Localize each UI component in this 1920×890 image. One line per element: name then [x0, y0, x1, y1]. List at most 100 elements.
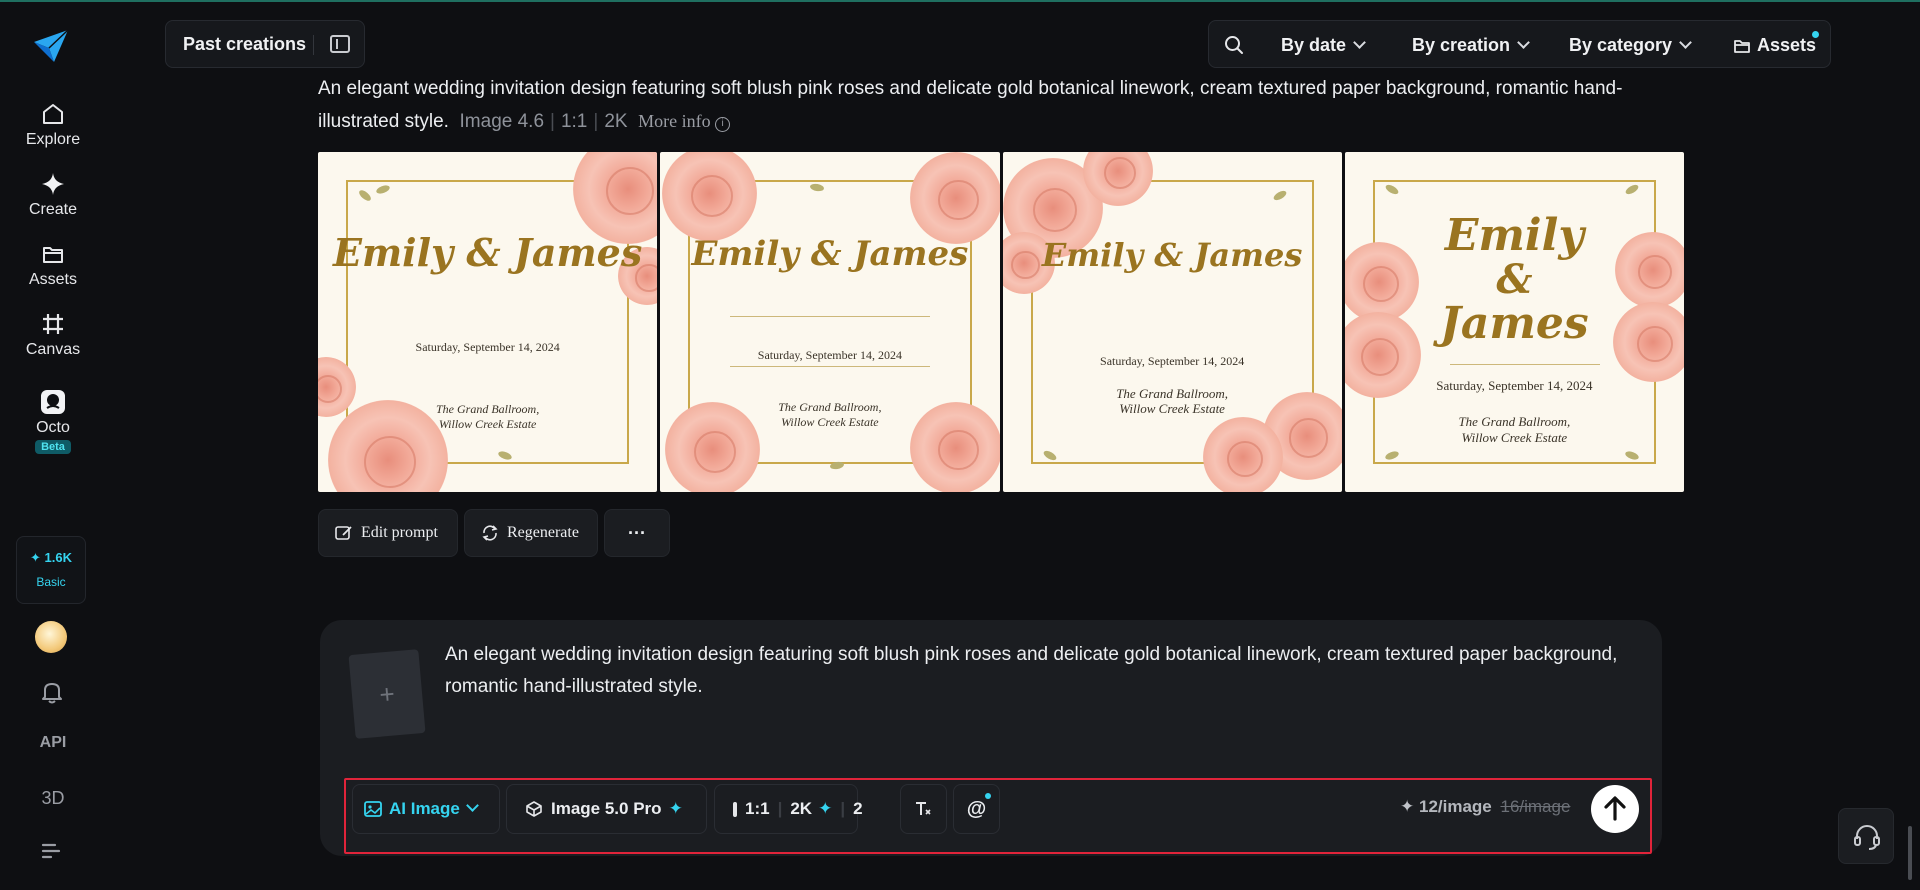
sparkle-icon	[42, 173, 64, 195]
octo-icon	[41, 390, 65, 414]
resolution: 2K	[604, 111, 628, 132]
venue-line-2: Willow Creek Estate	[781, 415, 879, 429]
credits-tier: Basic	[36, 575, 66, 589]
logo-icon[interactable]	[32, 28, 70, 64]
regenerate-button[interactable]: Regenerate	[464, 509, 598, 557]
sidebar-toggle-icon[interactable]	[330, 35, 350, 53]
mode-selector[interactable]: AI Image	[352, 784, 500, 834]
divider-rule	[730, 366, 931, 367]
image-card[interactable]: Emily & James Saturday, September 14, 20…	[1344, 152, 1684, 492]
venue-line-1: The Grand Ballroom,	[1458, 414, 1571, 429]
couple-names: Emily & James	[332, 230, 643, 275]
more-options-button[interactable]: ···	[604, 509, 670, 557]
sparkle-icon: ✦	[818, 799, 833, 818]
more-info-label: More info	[638, 111, 711, 131]
aspect-ratio: 1:1	[560, 111, 588, 132]
notification-dot	[985, 793, 991, 799]
couple-name-ampersand: &	[1496, 256, 1533, 303]
edit-icon	[335, 526, 352, 540]
couple-names: Emily & James	[1041, 236, 1303, 274]
chevron-down-icon	[1353, 36, 1366, 49]
regenerate-label: Regenerate	[507, 524, 579, 541]
scrollbar[interactable]	[1908, 826, 1912, 880]
resolution-label: 2K	[790, 799, 813, 818]
edit-prompt-button[interactable]: Edit prompt	[318, 509, 458, 557]
rose	[910, 152, 1000, 244]
generation-prompt: An elegant wedding invitation design fea…	[318, 72, 1688, 138]
avatar[interactable]	[35, 621, 67, 653]
wedding-date: Saturday, September 14, 2024	[415, 340, 560, 354]
wedding-date: Saturday, September 14, 2024	[1100, 354, 1245, 368]
cube-icon	[526, 801, 542, 817]
nav-explore[interactable]: Explore	[0, 100, 106, 149]
filter-bar: By date By creation By category Assets	[1208, 20, 1831, 68]
separator: |	[840, 799, 846, 818]
model-selector[interactable]: Image 5.0 Pro ✦	[506, 784, 707, 834]
current-price: 12/image	[1418, 797, 1492, 816]
home-icon	[43, 104, 63, 124]
chevron-down-icon	[1679, 36, 1692, 49]
past-creations-button[interactable]: Past creations	[165, 20, 365, 68]
image-grid: Emily & James Saturday, September 14, 20…	[318, 152, 1684, 492]
bell-icon[interactable]	[40, 679, 64, 705]
filter-by-creation-label: By creation	[1412, 35, 1511, 55]
image-icon	[364, 801, 382, 817]
nav-canvas[interactable]: Canvas	[0, 310, 106, 359]
filter-by-date-label: By date	[1281, 35, 1347, 55]
filter-by-date[interactable]: By date	[1281, 21, 1366, 69]
3d-link[interactable]: 3D	[0, 788, 106, 809]
arrow-up-icon	[1604, 796, 1626, 821]
wedding-date: Saturday, September 14, 2024	[757, 348, 902, 362]
venue-line-1: The Grand Ballroom,	[436, 402, 540, 416]
venue-line-1: The Grand Ballroom,	[1116, 386, 1229, 401]
menu-icon[interactable]	[41, 843, 61, 859]
credits-sparkle-icon: ✦	[30, 550, 41, 565]
at-icon: @	[966, 797, 987, 820]
original-price: 16/image	[1500, 797, 1571, 816]
past-creations-label: Past creations	[183, 33, 307, 54]
credits-badge[interactable]: ✦ 1.6K Basic	[16, 536, 86, 604]
divider-rule	[730, 316, 931, 317]
image-card[interactable]: Emily & James Saturday, September 14, 20…	[318, 152, 658, 492]
assets-button[interactable]: Assets	[1733, 21, 1816, 69]
couple-names: Emily & James	[691, 234, 969, 274]
assets-label: Assets	[1757, 35, 1817, 55]
filter-by-category-label: By category	[1569, 35, 1673, 55]
mention-button[interactable]: @	[953, 784, 1000, 834]
text-style-button[interactable]	[900, 784, 947, 834]
top-accent-line	[0, 0, 1920, 2]
send-button[interactable]	[1591, 785, 1639, 833]
settings-selector[interactable]: 1:1 | 2K ✦ | 2	[714, 784, 863, 834]
nav-assets[interactable]: Assets	[0, 240, 106, 289]
leaf	[829, 460, 845, 471]
venue-line-2: Willow Creek Estate	[438, 417, 537, 431]
image-card[interactable]: Emily & James Saturday, September 14, 20…	[1002, 152, 1342, 492]
search-icon[interactable]	[1223, 34, 1245, 56]
divider	[313, 35, 314, 55]
edit-prompt-label: Edit prompt	[361, 524, 438, 541]
image-card[interactable]: Emily & James Saturday, September 14, 20…	[660, 152, 1000, 492]
prompt-input[interactable]: An elegant wedding invitation design fea…	[445, 639, 1641, 703]
nav-create[interactable]: Create	[0, 170, 106, 219]
filter-by-creation[interactable]: By creation	[1412, 21, 1530, 69]
filter-by-category[interactable]: By category	[1569, 21, 1692, 69]
api-link[interactable]: API	[0, 734, 106, 752]
venue-line-2: Willow Creek Estate	[1119, 401, 1225, 416]
sparkle-icon: ✦	[1400, 797, 1415, 816]
chevron-down-icon	[465, 798, 479, 812]
more-info-link[interactable]: More info i	[638, 111, 731, 132]
price-label: ✦ 12/image 16/image	[1400, 797, 1570, 817]
nav-octo[interactable]: Octo Beta	[0, 388, 106, 455]
venue-line-1: The Grand Ballroom,	[778, 400, 882, 414]
text-format-icon	[915, 802, 931, 815]
count-label: 2	[853, 799, 863, 818]
nav-assets-label: Assets	[28, 271, 77, 288]
refresh-icon	[482, 525, 498, 541]
mode-label: AI Image	[389, 799, 460, 818]
generation-meta: Image 4.6 | 1:1 | 2K	[459, 111, 628, 132]
support-button[interactable]	[1838, 808, 1894, 864]
nav-explore-label: Explore	[25, 131, 81, 148]
nav-canvas-label: Canvas	[25, 341, 81, 358]
upload-reference-button[interactable]: +	[348, 649, 426, 739]
couple-name-line-2: James	[1440, 298, 1589, 349]
